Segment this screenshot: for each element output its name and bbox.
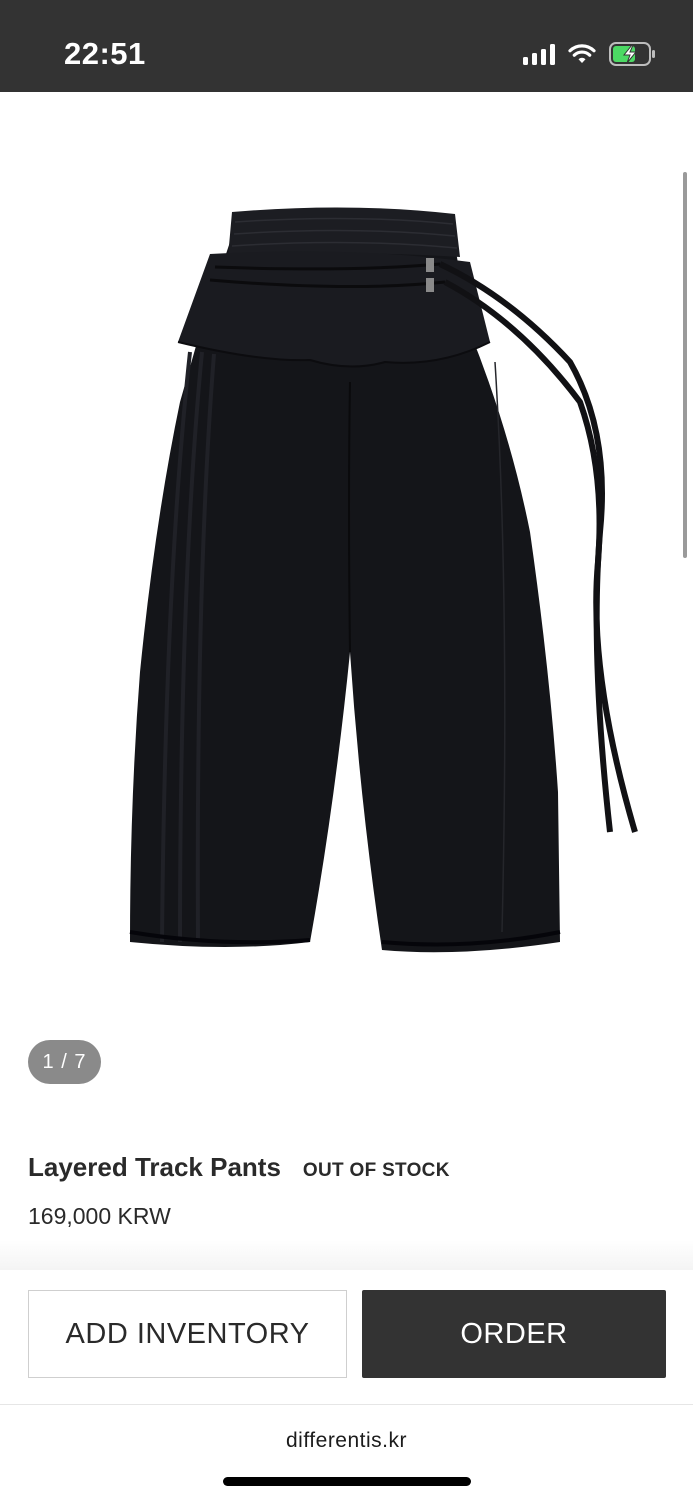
signal-icon [523,43,555,65]
browser-url-bar[interactable]: differentis.kr [0,1404,693,1500]
url-text[interactable]: differentis.kr [0,1429,693,1453]
stock-status-badge: OUT OF STOCK [302,1160,450,1181]
battery-charging-icon [609,42,655,66]
action-bar: ADD INVENTORY ORDER [0,1270,693,1404]
status-time: 22:51 [64,36,146,71]
divider-shadow [0,1240,693,1270]
title-row: Layered Track Pants OUT OF STOCK [28,1152,668,1183]
image-counter-badge: 1 / 7 [28,1040,101,1084]
product-info: Layered Track Pants OUT OF STOCK 169,000… [28,1152,668,1230]
scroll-indicator[interactable] [683,172,687,558]
status-bar: 22:51 [0,0,693,92]
product-gallery[interactable]: 1 / 7 [0,92,693,1102]
product-image[interactable] [110,202,650,962]
product-price: 169,000 KRW [28,1203,171,1229]
home-indicator[interactable] [223,1477,471,1486]
add-inventory-button[interactable]: ADD INVENTORY [28,1290,347,1378]
order-button[interactable]: ORDER [362,1290,666,1378]
product-title: Layered Track Pants [28,1152,281,1182]
status-icons [523,40,657,68]
wifi-icon [568,44,596,63]
